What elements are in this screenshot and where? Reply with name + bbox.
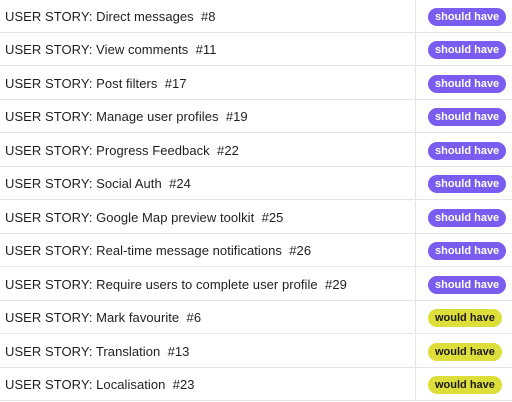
title-cell: USER STORY: View comments #11 — [0, 33, 416, 66]
issue-title[interactable]: USER STORY: Translation #13 — [5, 344, 189, 359]
label-cell: should have — [416, 0, 512, 33]
table-row[interactable]: USER STORY: Translation #13 would have — [0, 335, 512, 368]
table-row[interactable]: USER STORY: Post filters #17 should have — [0, 67, 512, 100]
table-row[interactable]: USER STORY: Progress Feedback #22 should… — [0, 134, 512, 167]
table-row[interactable]: USER STORY: Manage user profiles #19 sho… — [0, 100, 512, 133]
table-row[interactable]: USER STORY: Require users to complete us… — [0, 268, 512, 301]
table-row[interactable]: USER STORY: Direct messages #8 should ha… — [0, 0, 512, 33]
issue-title[interactable]: USER STORY: Social Auth #24 — [5, 176, 191, 191]
priority-badge[interactable]: would have — [428, 375, 502, 394]
label-cell: should have — [416, 67, 512, 100]
table-row[interactable]: USER STORY: Real-time message notificati… — [0, 234, 512, 267]
priority-badge[interactable]: should have — [428, 275, 507, 294]
issue-title[interactable]: USER STORY: Progress Feedback #22 — [5, 143, 239, 158]
issue-title[interactable]: USER STORY: Require users to complete us… — [5, 277, 347, 292]
label-cell: should have — [416, 33, 512, 66]
issue-title[interactable]: USER STORY: Manage user profiles #19 — [5, 109, 248, 124]
label-cell: should have — [416, 268, 512, 301]
issue-title[interactable]: USER STORY: Post filters #17 — [5, 76, 187, 91]
title-cell: USER STORY: Direct messages #8 — [0, 0, 416, 33]
priority-badge[interactable]: should have — [428, 107, 507, 126]
label-cell: should have — [416, 167, 512, 200]
table-row[interactable]: USER STORY: View comments #11 should hav… — [0, 33, 512, 66]
label-cell: should have — [416, 234, 512, 267]
title-cell: USER STORY: Manage user profiles #19 — [0, 100, 416, 133]
issue-title[interactable]: USER STORY: Mark favourite #6 — [5, 310, 201, 325]
title-cell: USER STORY: Real-time message notificati… — [0, 234, 416, 267]
title-cell: USER STORY: Progress Feedback #22 — [0, 134, 416, 167]
priority-badge[interactable]: should have — [428, 174, 507, 193]
issue-title[interactable]: USER STORY: Real-time message notificati… — [5, 243, 311, 258]
table-row[interactable]: USER STORY: Localisation #23 would have — [0, 368, 512, 401]
priority-badge[interactable]: would have — [428, 342, 502, 361]
issue-title[interactable]: USER STORY: Direct messages #8 — [5, 9, 216, 24]
label-cell: should have — [416, 201, 512, 234]
priority-badge[interactable]: should have — [428, 40, 507, 59]
label-cell: would have — [416, 335, 512, 368]
title-cell: USER STORY: Translation #13 — [0, 335, 416, 368]
label-cell: would have — [416, 368, 512, 401]
label-cell: should have — [416, 100, 512, 133]
priority-badge[interactable]: should have — [428, 241, 507, 260]
title-cell: USER STORY: Social Auth #24 — [0, 167, 416, 200]
title-cell: USER STORY: Require users to complete us… — [0, 268, 416, 301]
title-cell: USER STORY: Post filters #17 — [0, 67, 416, 100]
table-row[interactable]: USER STORY: Google Map preview toolkit #… — [0, 201, 512, 234]
priority-badge[interactable]: should have — [428, 141, 507, 160]
issue-title[interactable]: USER STORY: Localisation #23 — [5, 377, 195, 392]
issue-title[interactable]: USER STORY: Google Map preview toolkit #… — [5, 210, 283, 225]
label-cell: should have — [416, 134, 512, 167]
issue-table: USER STORY: Direct messages #8 should ha… — [0, 0, 512, 402]
table-row[interactable]: USER STORY: Social Auth #24 should have — [0, 167, 512, 200]
table-row[interactable]: USER STORY: Mark favourite #6 would have — [0, 301, 512, 334]
title-cell: USER STORY: Google Map preview toolkit #… — [0, 201, 416, 234]
label-cell: would have — [416, 301, 512, 334]
priority-badge[interactable]: should have — [428, 7, 507, 26]
priority-badge[interactable]: should have — [428, 74, 507, 93]
issue-title[interactable]: USER STORY: View comments #11 — [5, 42, 217, 57]
priority-badge[interactable]: would have — [428, 308, 502, 327]
title-cell: USER STORY: Mark favourite #6 — [0, 301, 416, 334]
priority-badge[interactable]: should have — [428, 208, 507, 227]
title-cell: USER STORY: Localisation #23 — [0, 368, 416, 401]
